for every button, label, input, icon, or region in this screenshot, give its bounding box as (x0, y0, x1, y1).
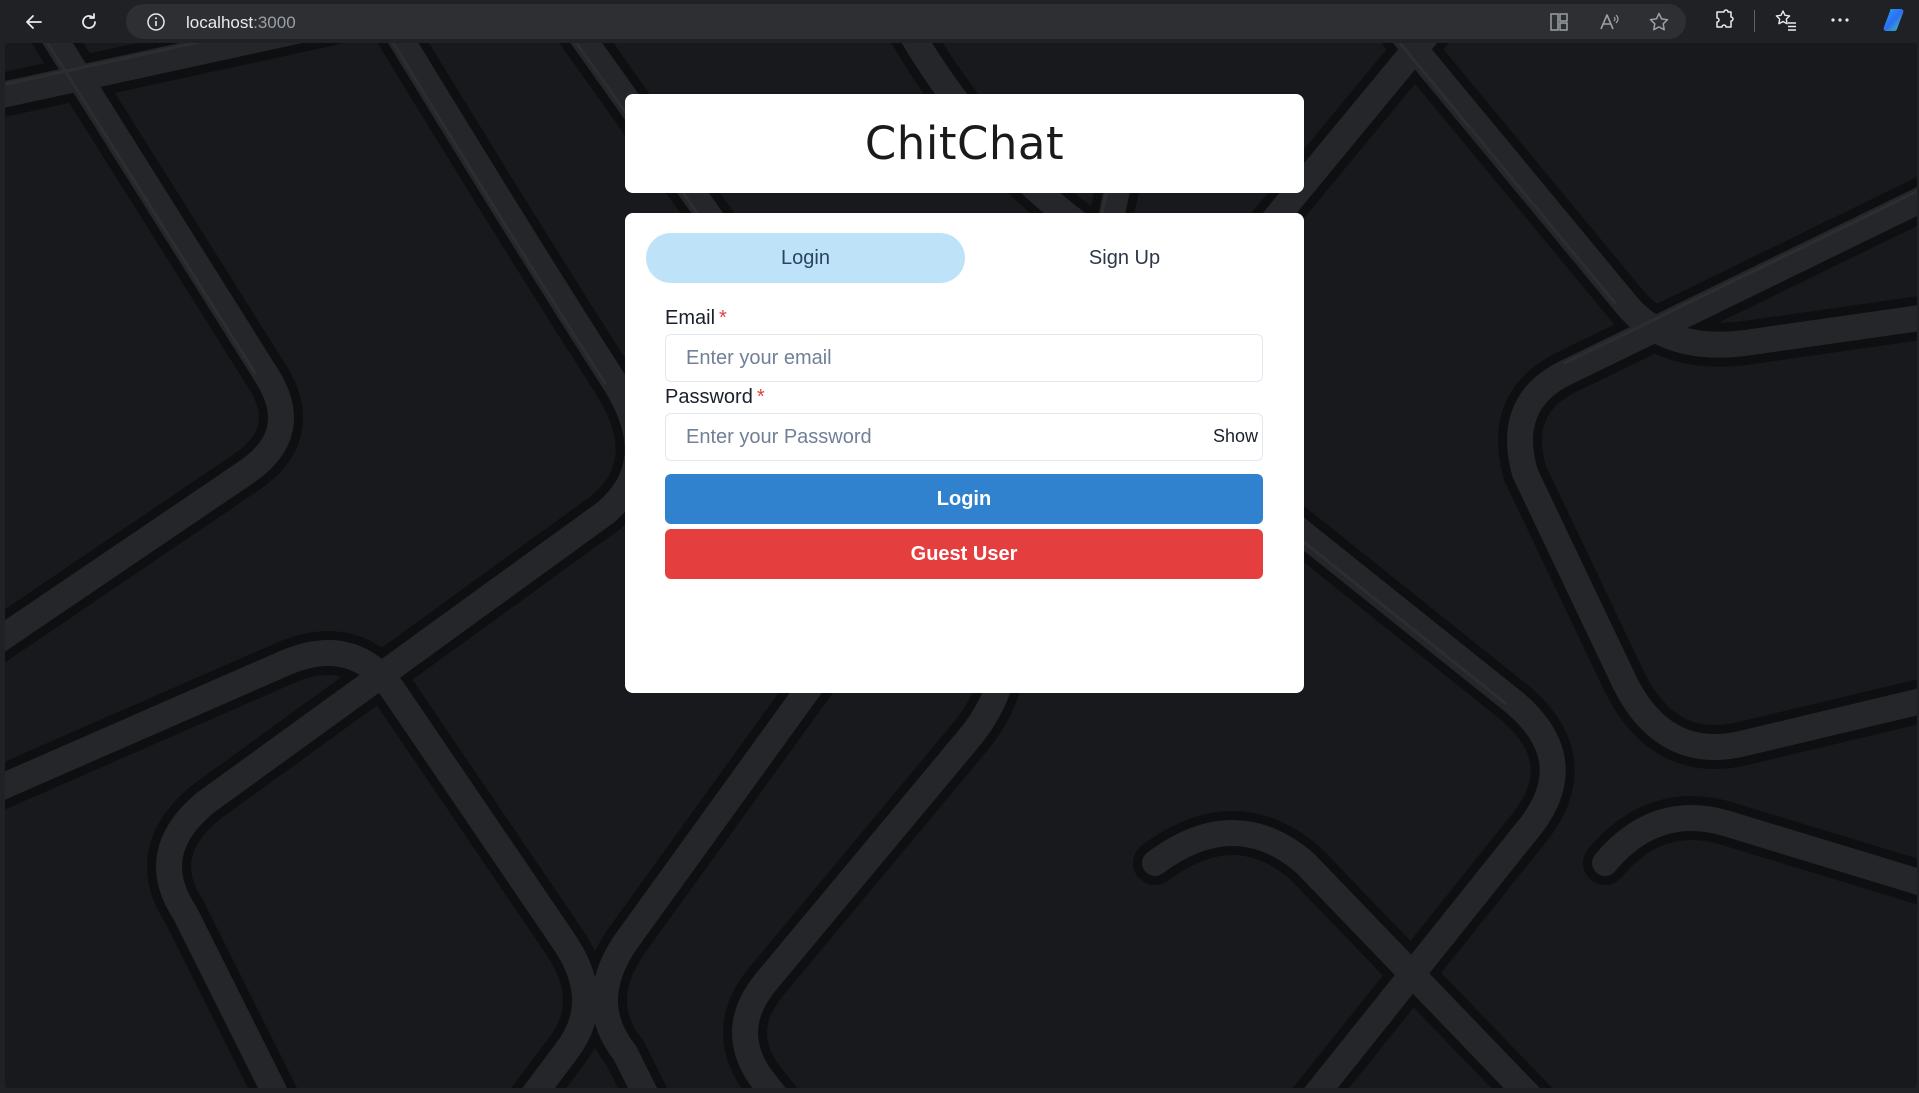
toolbar-divider (1754, 10, 1755, 32)
password-field[interactable] (665, 413, 1263, 461)
favorite-star-icon[interactable] (1648, 11, 1670, 33)
page-viewport: ChitChat Login Sign Up Email* Password* … (5, 43, 1917, 1088)
auth-card: Login Sign Up Email* Password* Show Logi… (625, 213, 1304, 693)
more-icon[interactable] (1828, 8, 1852, 32)
show-password-button[interactable]: Show (1213, 426, 1258, 447)
refresh-icon[interactable] (73, 6, 105, 38)
tab-login[interactable]: Login (646, 233, 965, 283)
url-port: :3000 (253, 13, 296, 32)
url-text: localhost:3000 (186, 13, 296, 33)
required-mark: * (756, 386, 765, 408)
browser-toolbar: localhost:3000 (0, 0, 1919, 43)
email-label: Email * (665, 307, 727, 330)
tab-signup[interactable]: Sign Up (965, 233, 1284, 283)
guest-user-button[interactable]: Guest User (665, 529, 1263, 579)
required-mark: * (719, 307, 727, 329)
email-field[interactable] (665, 334, 1263, 382)
favorites-icon[interactable] (1774, 8, 1798, 32)
info-icon[interactable] (146, 12, 166, 32)
back-arrow-icon[interactable] (18, 6, 50, 38)
app-title: ChitChat (864, 117, 1065, 170)
email-label-text: Email (665, 307, 716, 329)
read-aloud-icon[interactable] (1598, 11, 1620, 33)
address-bar[interactable]: localhost:3000 (126, 4, 1686, 39)
extensions-icon[interactable] (1712, 8, 1736, 32)
password-label: Password * (665, 386, 765, 409)
login-button[interactable]: Login (665, 474, 1263, 524)
app-header-card: ChitChat (625, 94, 1304, 193)
url-host: localhost (186, 13, 254, 32)
auth-tabs: Login Sign Up (646, 233, 1284, 283)
split-screen-icon[interactable] (1548, 11, 1570, 33)
copilot-icon[interactable] (1880, 6, 1908, 34)
password-label-text: Password (665, 386, 753, 408)
